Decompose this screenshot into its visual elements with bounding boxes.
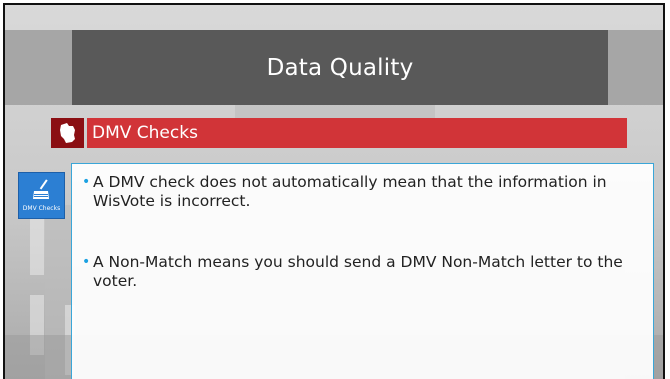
slide-title: Data Quality [266, 54, 414, 81]
title-bar-right-accent [608, 30, 663, 105]
wisconsin-state-icon [51, 118, 84, 148]
app-tile-label: DMV Checks [22, 205, 61, 212]
bullet-dot-icon: • [82, 254, 91, 270]
dmv-checks-app-tile[interactable]: DMV Checks [18, 172, 65, 219]
bullet-text: A Non-Match means you should send a DMV … [93, 253, 623, 290]
bullet-item: • A Non-Match means you should send a DM… [82, 253, 644, 291]
bullet-dot-icon: • [82, 174, 91, 190]
title-bar-center: Data Quality [72, 30, 608, 105]
bullet-text: A DMV check does not automatically mean … [93, 173, 607, 210]
slide: Data Quality DMV Checks DMV Checks • A D… [3, 3, 665, 379]
section-label-box: DMV Checks [87, 118, 627, 148]
bullet-item: • A DMV check does not automatically mea… [82, 173, 644, 211]
section-header: DMV Checks [51, 118, 627, 148]
title-bar: Data Quality [5, 30, 663, 105]
title-bar-left-accent [5, 30, 72, 105]
section-label: DMV Checks [92, 123, 198, 143]
broom-icon [33, 179, 49, 199]
